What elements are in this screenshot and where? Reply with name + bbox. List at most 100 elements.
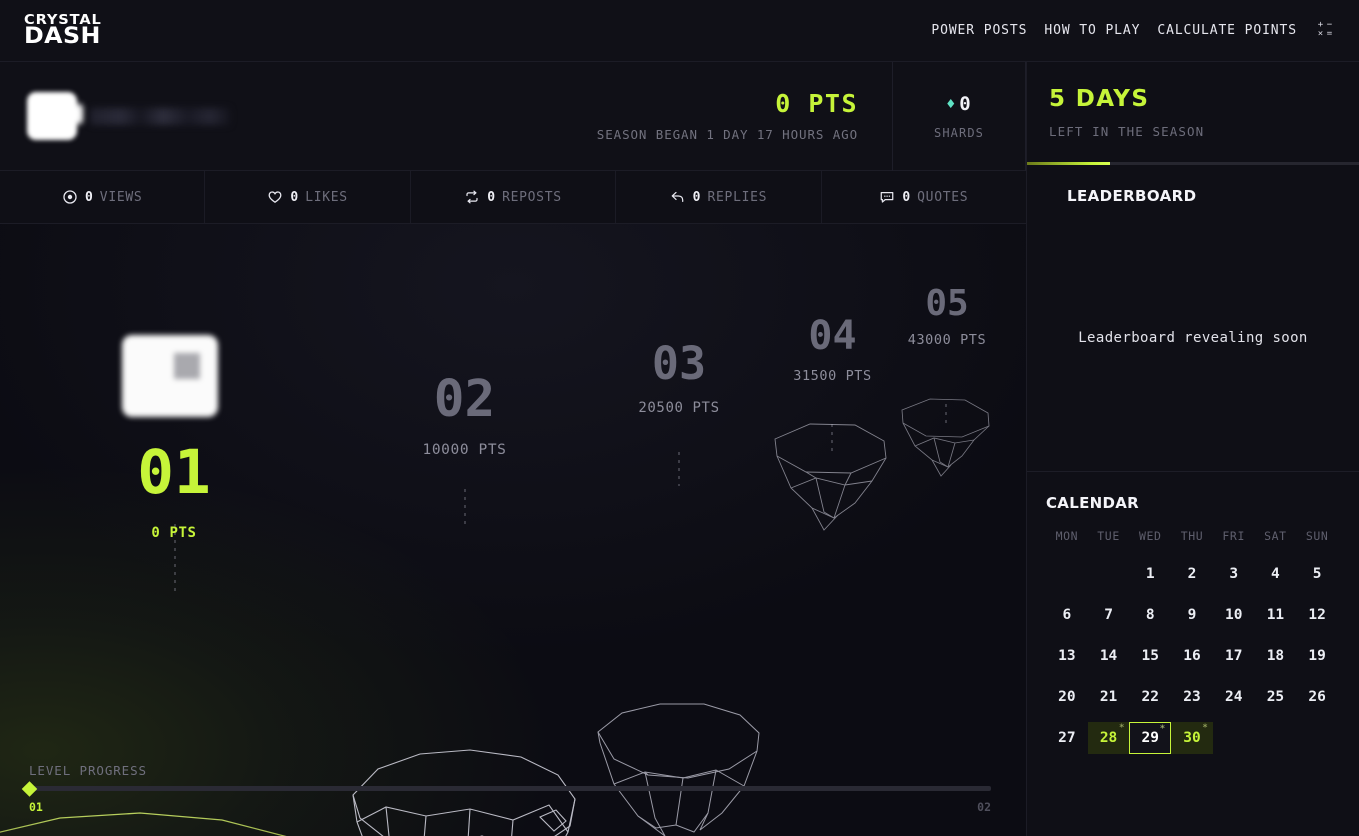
calendar-day-17[interactable]: 17 (1213, 640, 1255, 672)
stat-replies[interactable]: 0 REPLIES (616, 171, 821, 223)
nav-item-power-posts[interactable]: POWER POSTS (931, 23, 1027, 38)
calendar-day-number: 11 (1267, 607, 1284, 623)
calendar-dow-wed: WED (1129, 529, 1171, 549)
stat-quotes[interactable]: 0 QUOTES (822, 171, 1026, 223)
calendar-day-number: 12 (1308, 607, 1325, 623)
username-redacted (90, 108, 230, 125)
shards-count-row: ♦ 0 (946, 93, 971, 115)
calendar-day-30[interactable]: 30* (1171, 722, 1213, 754)
leaderboard-title: LEADERBOARD (1027, 165, 1359, 205)
calendar-day-number: 9 (1188, 607, 1197, 623)
calendar-day-18[interactable]: 18 (1255, 640, 1297, 672)
calendar-cell-empty (1046, 558, 1088, 590)
nav-item-calculate-points[interactable]: CALCULATE POINTS (1157, 23, 1297, 38)
engagement-stats-bar: 0 VIEWS 0 LIKES 0 REPOSTS (0, 171, 1026, 224)
calendar-day-number: 28 (1100, 730, 1117, 746)
stat-likes-label: LIKES (305, 190, 348, 205)
calendar-day-1[interactable]: 1 (1129, 558, 1171, 590)
calendar-day-9[interactable]: 9 (1171, 599, 1213, 631)
island-01 (0, 813, 330, 836)
calendar-day-number: 8 (1146, 607, 1155, 623)
shard-diamond-icon: ♦ (946, 95, 956, 113)
calendar-day-13[interactable]: 13 (1046, 640, 1088, 672)
calculator-icon[interactable]: + − × = (1316, 21, 1335, 40)
calendar-cell-empty (1088, 558, 1130, 590)
calendar-day-4[interactable]: 4 (1255, 558, 1297, 590)
calendar-day-8[interactable]: 8 (1129, 599, 1171, 631)
calendar-day-number: 27 (1058, 730, 1075, 746)
calendar-day-5[interactable]: 5 (1296, 558, 1338, 590)
season-days-left: 5 DAYS (1049, 88, 1337, 111)
calendar-day-15[interactable]: 15 (1129, 640, 1171, 672)
calendar-day-28[interactable]: 28* (1088, 722, 1130, 754)
connector-lines (175, 404, 946, 596)
profile-identity[interactable] (0, 92, 597, 140)
calendar-day-21[interactable]: 21 (1088, 681, 1130, 713)
crystal-dash-app: CRYSTAL DASH POWER POSTS HOW TO PLAY CAL… (0, 0, 1359, 836)
calendar-day-7[interactable]: 7 (1088, 599, 1130, 631)
calendar-day-20[interactable]: 20 (1046, 681, 1088, 713)
brand-logo[interactable]: CRYSTAL DASH (24, 15, 96, 46)
stat-views[interactable]: 0 VIEWS (0, 171, 205, 223)
calendar-day-26[interactable]: 26 (1296, 681, 1338, 713)
stat-replies-label: REPLIES (707, 190, 767, 205)
season-points: 0 PTS (597, 91, 858, 116)
stat-reposts-value: 0 (487, 190, 495, 205)
stat-replies-value: 0 (693, 190, 701, 205)
calendar-day-number: 1 (1146, 566, 1155, 582)
calendar-day-10[interactable]: 10 (1213, 599, 1255, 631)
stat-likes[interactable]: 0 LIKES (205, 171, 410, 223)
calendar-day-number: 13 (1058, 648, 1075, 664)
calendar-day-19[interactable]: 19 (1296, 640, 1338, 672)
calendar-day-24[interactable]: 24 (1213, 681, 1255, 713)
stat-views-value: 0 (85, 190, 93, 205)
calendar-day-number: 24 (1225, 689, 1242, 705)
calendar-day-29[interactable]: 29* (1129, 722, 1171, 754)
podium-stage: 01 0 PTS 02 10000 PTS 03 20500 PTS 04 31… (0, 224, 1026, 836)
stat-likes-value: 0 (290, 190, 298, 205)
season-progress-bar (1027, 162, 1359, 165)
stat-views-label: VIEWS (100, 190, 143, 205)
calendar-day-number: 6 (1062, 607, 1071, 623)
stat-quotes-label: QUOTES (917, 190, 968, 205)
stat-reposts[interactable]: 0 REPOSTS (411, 171, 616, 223)
calendar-day-3[interactable]: 3 (1213, 558, 1255, 590)
calendar-day-23[interactable]: 23 (1171, 681, 1213, 713)
brand-logo-line2: DASH (24, 27, 102, 46)
heart-icon (267, 189, 283, 205)
calendar-day-6[interactable]: 6 (1046, 599, 1088, 631)
calendar-day-number: 7 (1104, 607, 1113, 623)
calendar-day-number: 5 (1313, 566, 1322, 582)
calendar-dow-thu: THU (1171, 529, 1213, 549)
level-progress-label: LEVEL PROGRESS (29, 763, 991, 778)
calendar-day-27[interactable]: 27 (1046, 722, 1088, 754)
calendar-day-16[interactable]: 16 (1171, 640, 1213, 672)
calendar-day-25[interactable]: 25 (1255, 681, 1297, 713)
calendar-day-number: 25 (1267, 689, 1284, 705)
avatar[interactable] (27, 92, 77, 140)
shards-label: SHARDS (934, 126, 984, 140)
calendar-dow-sun: SUN (1296, 529, 1338, 549)
rank-01-avatar[interactable] (122, 335, 218, 417)
top-navigation-bar: CRYSTAL DASH POWER POSTS HOW TO PLAY CAL… (0, 0, 1359, 62)
calendar-day-number: 21 (1100, 689, 1117, 705)
nav-item-how-to-play[interactable]: HOW TO PLAY (1044, 23, 1140, 38)
calendar-day-star-icon: * (1119, 724, 1124, 733)
calendar-day-22[interactable]: 22 (1129, 681, 1171, 713)
calendar-day-number: 10 (1225, 607, 1242, 623)
profile-header: 0 PTS SEASON BEGAN 1 DAY 17 HOURS AGO ♦ … (0, 62, 1026, 171)
season-days-subtitle: LEFT IN THE SEASON (1049, 124, 1337, 139)
calendar-panel: CALENDAR MONTUEWEDTHUFRISATSUN1234567891… (1027, 472, 1359, 754)
level-progress-end: 02 (977, 800, 991, 814)
level-progress-track[interactable] (29, 786, 991, 791)
island-05 (902, 399, 989, 476)
calendar-day-2[interactable]: 2 (1171, 558, 1213, 590)
repost-icon (464, 189, 480, 205)
calendar-day-14[interactable]: 14 (1088, 640, 1130, 672)
season-points-block: 0 PTS SEASON BEGAN 1 DAY 17 HOURS AGO (597, 91, 892, 142)
calculator-equals-glyph: = (1325, 30, 1334, 39)
calendar-day-number: 15 (1142, 648, 1159, 664)
calendar-day-number: 3 (1229, 566, 1238, 582)
calendar-day-11[interactable]: 11 (1255, 599, 1297, 631)
calendar-day-12[interactable]: 12 (1296, 599, 1338, 631)
